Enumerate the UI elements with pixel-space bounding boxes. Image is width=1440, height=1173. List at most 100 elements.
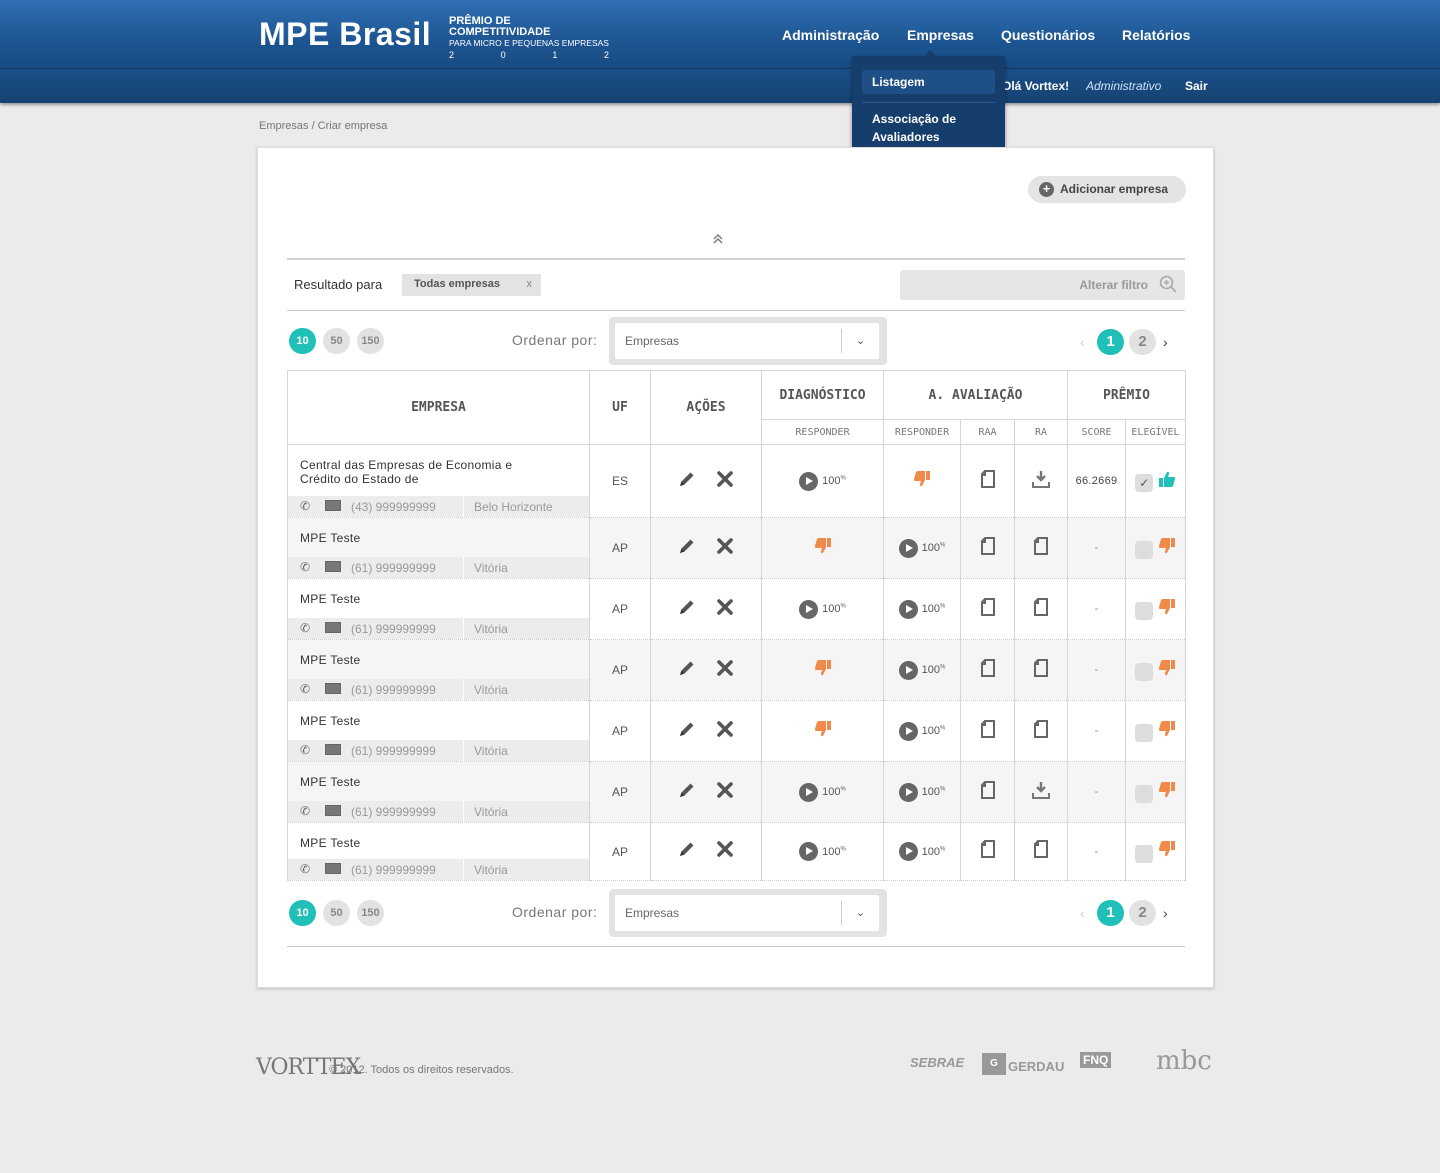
per-page-150[interactable]: 150 [357,328,384,354]
email-icon[interactable] [325,863,341,874]
play-icon[interactable] [799,782,819,802]
partner-gerdau[interactable]: GERDAU [1008,1059,1064,1074]
next-page-icon[interactable]: › [1163,905,1168,921]
document-icon[interactable] [1033,658,1049,681]
checkbox[interactable] [1135,844,1154,863]
table-row[interactable]: MPE Teste ✆ (61) 999999999 Vitória AP 100% 100… [287,761,1186,823]
company-name[interactable]: Central das Empresas de Economia e Crédi… [300,458,520,486]
edit-pencil-icon[interactable] [677,780,697,805]
page-1[interactable]: 1 [1097,329,1124,355]
nav-questionarios[interactable]: Questionários [1001,27,1095,43]
document-icon[interactable] [980,597,996,620]
logo[interactable]: MPE Brasil [259,16,431,53]
company-name[interactable]: MPE Teste [300,531,520,545]
edit-pencil-icon[interactable] [677,658,697,683]
email-icon[interactable] [325,744,341,755]
nav-empresas[interactable]: Empresas [907,27,974,43]
play-icon[interactable] [799,471,819,491]
download-icon[interactable] [1032,470,1050,492]
table-row[interactable]: Central das Empresas de Economia e Crédi… [287,444,1186,518]
change-filter-button[interactable]: Alterar filtro [900,270,1185,300]
email-icon[interactable] [325,805,341,816]
page-2[interactable]: 2 [1129,900,1156,926]
delete-x-icon[interactable] [715,719,735,744]
edit-pencil-icon[interactable] [677,597,697,622]
play-icon[interactable] [898,660,918,680]
partner-mbc[interactable]: mbc [1156,1046,1212,1076]
company-name[interactable]: MPE Teste [300,653,520,667]
partner-sebrae[interactable]: SEBRAE [910,1055,964,1070]
document-icon[interactable] [980,536,996,559]
play-icon[interactable] [799,599,819,619]
nav-administracao[interactable]: Administração [782,27,879,43]
per-page-50[interactable]: 50 [323,900,350,926]
play-icon[interactable] [898,782,918,802]
order-select[interactable]: Empresas ⌄ [615,895,879,931]
document-icon[interactable] [1033,719,1049,742]
delete-x-icon[interactable] [715,658,735,683]
per-page-150[interactable]: 150 [357,900,384,926]
play-icon[interactable] [898,599,918,619]
edit-pencil-icon[interactable] [677,469,697,494]
document-icon[interactable] [980,658,996,681]
email-icon[interactable] [325,500,341,511]
checkbox[interactable] [1135,785,1154,804]
menu-item-listagem[interactable]: Listagem [862,70,995,94]
edit-pencil-icon[interactable] [677,839,697,864]
table-row[interactable]: MPE Teste ✆ (61) 999999999 Vitória AP 100% 100… [287,578,1186,640]
document-icon[interactable] [980,780,996,803]
per-page-10[interactable]: 10 [289,900,316,926]
nav-relatorios[interactable]: Relatórios [1122,27,1190,43]
prev-page-icon[interactable]: ‹ [1080,905,1085,921]
document-icon[interactable] [1033,597,1049,620]
logout-link[interactable]: Sair [1185,79,1208,93]
email-icon[interactable] [325,622,341,633]
company-name[interactable]: MPE Teste [300,775,520,789]
per-page-50[interactable]: 50 [323,328,350,354]
document-icon[interactable] [1033,536,1049,559]
email-icon[interactable] [325,683,341,694]
page-2[interactable]: 2 [1129,329,1156,355]
prev-page-icon[interactable]: ‹ [1080,334,1085,350]
delete-x-icon[interactable] [715,839,735,864]
table-row[interactable]: MPE Teste ✆ (61) 999999999 Vitória AP 100% - [287,517,1186,579]
email-icon[interactable] [325,561,341,572]
delete-x-icon[interactable] [715,469,735,494]
company-name[interactable]: MPE Teste [300,714,520,728]
delete-x-icon[interactable] [715,597,735,622]
document-icon[interactable] [980,469,996,492]
page-1[interactable]: 1 [1097,900,1124,926]
table-row[interactable]: MPE Teste ✆ (61) 999999999 Vitória AP 100% - [287,639,1186,701]
edit-pencil-icon[interactable] [677,719,697,744]
company-name[interactable]: MPE Teste [300,836,520,850]
edit-pencil-icon[interactable] [677,536,697,561]
checkbox[interactable] [1135,602,1154,621]
table-row[interactable]: MPE Teste ✆ (61) 999999999 Vitória AP 100% - [287,700,1186,762]
delete-x-icon[interactable] [715,780,735,805]
document-icon[interactable] [1033,840,1049,862]
company-name[interactable]: MPE Teste [300,592,520,606]
play-icon[interactable] [898,538,918,558]
menu-item-associacao[interactable]: Associação de Avaliadores [872,110,992,146]
checkbox[interactable] [1135,541,1154,560]
add-company-button[interactable]: + Adicionar empresa [1028,176,1186,203]
checkbox[interactable] [1135,724,1154,743]
delete-x-icon[interactable] [715,536,735,561]
play-icon[interactable] [898,842,918,861]
breadcrumb[interactable]: Empresas / Criar empresa [259,120,387,132]
document-icon[interactable] [980,840,996,862]
play-icon[interactable] [799,842,819,861]
filter-tag-close[interactable]: x [527,278,533,290]
partner-fnq[interactable]: FNQ [1080,1052,1112,1068]
collapse-up-icon[interactable] [711,232,725,249]
play-icon[interactable] [898,721,918,741]
document-icon[interactable] [980,719,996,742]
download-icon[interactable] [1032,781,1050,803]
checkbox[interactable]: ✓ [1135,474,1154,493]
user-role[interactable]: Administrativo [1086,79,1161,93]
table-row[interactable]: MPE Teste ✆ (61) 999999999 Vitória AP 100% 100… [287,822,1186,881]
next-page-icon[interactable]: › [1163,334,1168,350]
per-page-10[interactable]: 10 [289,328,316,354]
checkbox[interactable] [1135,663,1154,682]
order-select[interactable]: Empresas ⌄ [615,323,879,359]
